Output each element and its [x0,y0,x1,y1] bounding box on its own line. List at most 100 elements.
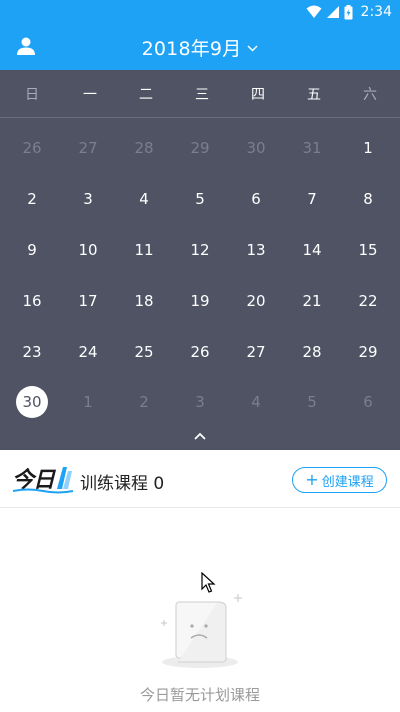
calendar-day-number: 25 [134,342,154,361]
calendar-day[interactable]: 5 [284,377,340,428]
calendar-day-number: 18 [134,291,154,310]
calendar-day-number: 9 [27,240,37,259]
calendar-week: 30 1 2 3 4 5 6 [4,377,396,428]
status-icons: 2:34 [306,3,392,21]
calendar: 日 一 二 三 四 五 六 26 27 28 29 30 31 1 2 3 4 5 6 7 8 9 10 11 1… [0,70,400,450]
calendar-day-number: 19 [190,291,210,310]
calendar-week: 2 3 4 5 6 7 8 [4,174,396,225]
calendar-week: 16 17 18 19 20 21 22 [4,275,396,326]
calendar-day-number: 29 [358,342,378,361]
calendar-day[interactable]: 4 [116,174,172,225]
calendar-day-number: 17 [78,291,98,310]
battery-charging-icon [344,4,353,19]
user-icon [17,37,35,55]
calendar-day-number: 14 [302,240,322,259]
wifi-icon [306,5,322,18]
calendar-day[interactable]: 17 [60,275,116,326]
calendar-day[interactable]: 1 [340,123,396,174]
calendar-day[interactable]: 13 [228,225,284,276]
calendar-day[interactable]: 9 [4,225,60,276]
calendar-day-number: 10 [78,240,98,259]
calendar-day[interactable]: 30 [228,123,284,174]
calendar-day[interactable]: 2 [4,174,60,225]
calendar-day[interactable]: 28 [284,326,340,377]
logo-underline-icon [12,488,74,494]
calendar-day-number: 15 [358,240,378,259]
calendar-day[interactable]: 3 [172,377,228,428]
calendar-day-number: 12 [190,240,210,259]
calendar-day[interactable]: 27 [60,123,116,174]
calendar-day-number: 8 [363,190,373,209]
calendar-day-number: 27 [246,342,266,361]
weekday-wed: 三 [195,87,209,103]
calendar-day-number: 22 [358,291,378,310]
calendar-day[interactable]: 1 [60,377,116,428]
calendar-day[interactable]: 29 [340,326,396,377]
signal-icon [326,6,339,18]
calendar-day-selected[interactable]: 30 [4,377,60,428]
calendar-day[interactable]: 25 [116,326,172,377]
calendar-day-number: 31 [302,139,322,158]
calendar-day-number: 6 [363,393,373,412]
calendar-day[interactable]: 5 [172,174,228,225]
calendar-day[interactable]: 7 [284,174,340,225]
calendar-day[interactable]: 10 [60,225,116,276]
calendar-day[interactable]: 23 [4,326,60,377]
calendar-day[interactable]: 2 [116,377,172,428]
month-title: 2018年9月 [141,37,242,60]
calendar-day-number: 6 [251,190,261,209]
calendar-day[interactable]: 11 [116,225,172,276]
calendar-day[interactable]: 15 [340,225,396,276]
calendar-day[interactable]: 20 [228,275,284,326]
status-time: 2:34 [360,4,392,20]
calendar-day-number: 30 [16,386,48,419]
weekday-sat: 六 [363,87,377,103]
course-header: 今日 训练课程 0 + 创建课程 [0,450,400,508]
calendar-day[interactable]: 29 [172,123,228,174]
weekday-thu: 四 [251,87,265,103]
calendar-day-number: 4 [251,393,261,412]
calendar-day[interactable]: 3 [60,174,116,225]
calendar-day[interactable]: 4 [228,377,284,428]
weekday-tue: 二 [139,87,153,103]
calendar-day[interactable]: 27 [228,326,284,377]
calendar-day[interactable]: 6 [228,174,284,225]
weekday-header: 日 一 二 三 四 五 六 [0,70,400,118]
calendar-day[interactable]: 6 [340,377,396,428]
calendar-day[interactable]: 22 [340,275,396,326]
calendar-days: 26 27 28 29 30 31 1 2 3 4 5 6 7 8 9 10 11 12 13 14 15 16 17 18 1… [4,123,396,428]
calendar-day[interactable]: 28 [116,123,172,174]
calendar-day[interactable]: 21 [284,275,340,326]
calendar-day-number: 5 [307,393,317,412]
calendar-day[interactable]: 26 [172,326,228,377]
calendar-day[interactable]: 24 [60,326,116,377]
calendar-day[interactable]: 26 [4,123,60,174]
calendar-day[interactable]: 19 [172,275,228,326]
calendar-day-number: 30 [246,139,266,158]
month-selector[interactable]: 2018年9月 [0,24,400,70]
create-course-button[interactable]: + 创建课程 [292,467,387,493]
calendar-day-number: 4 [139,190,149,209]
calendar-day-number: 7 [307,190,317,209]
calendar-day[interactable]: 8 [340,174,396,225]
collapse-calendar-button[interactable] [190,428,210,444]
calendar-day-number: 3 [195,393,205,412]
calendar-day-number: 27 [78,139,98,158]
calendar-day[interactable]: 14 [284,225,340,276]
calendar-day[interactable]: 18 [116,275,172,326]
calendar-day[interactable]: 31 [284,123,340,174]
calendar-day[interactable]: 16 [4,275,60,326]
calendar-day-number: 1 [363,139,373,158]
calendar-day-number: 20 [246,291,266,310]
calendar-week: 26 27 28 29 30 31 1 [4,123,396,174]
user-button[interactable] [14,34,38,58]
calendar-day-number: 2 [27,190,37,209]
calendar-day-number: 5 [195,190,205,209]
calendar-day-number: 26 [22,139,42,158]
calendar-day-number: 28 [134,139,154,158]
calendar-day-number: 23 [22,342,42,361]
chevron-down-icon [247,45,258,52]
calendar-day[interactable]: 12 [172,225,228,276]
calendar-week: 23 24 25 26 27 28 29 [4,326,396,377]
calendar-day-number: 26 [190,342,210,361]
